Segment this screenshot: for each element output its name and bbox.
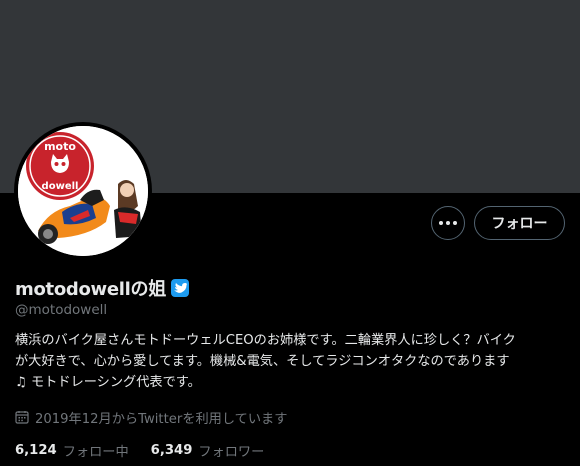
logo-text-bottom: dowell: [42, 181, 79, 192]
following-count: 6,124: [15, 442, 57, 458]
joined-text: 2019年12月からTwitterを利用しています: [35, 411, 288, 427]
more-dots-icon: [439, 221, 443, 225]
avatar-illustration: moto dowell: [18, 126, 148, 256]
avatar[interactable]: moto dowell: [14, 122, 152, 260]
follow-stats: 6,124 フォロー中 6,349 フォロワー: [15, 440, 286, 460]
verified-badge-icon: [170, 279, 189, 297]
bio-line: ♫ モトドレーシング代表です。: [15, 375, 201, 390]
display-name: motodowellの姐: [15, 279, 166, 300]
more-options-button[interactable]: [431, 206, 465, 240]
follow-button[interactable]: フォロー: [474, 206, 565, 240]
more-dot: [453, 221, 457, 225]
followers-link[interactable]: 6,349 フォロワー: [151, 441, 265, 460]
joined-date: 2019年12月からTwitterを利用しています: [15, 407, 287, 427]
bio-line: 横浜のバイク屋さんモトドーウェルCEOのお姉様です。二輪業界人に珍しく？バイク: [15, 333, 516, 348]
logo-text-top: moto: [44, 140, 76, 153]
bio: 横浜のバイク屋さんモトドーウェルCEOのお姉様です。二輪業界人に珍しく？バイク …: [15, 330, 575, 393]
more-dot: [446, 221, 450, 225]
followers-label: フォロワー: [198, 444, 265, 460]
bio-line: が大好きで、心から愛してます。機械&電気、そしてラジコンオタクなのであります: [15, 354, 510, 369]
calendar-icon: [15, 411, 29, 424]
avatar-image: moto dowell: [18, 126, 148, 256]
name-row: motodowellの姐: [15, 276, 189, 300]
handle: @motodowell: [15, 302, 108, 318]
following-label: フォロー中: [62, 444, 129, 460]
following-link[interactable]: 6,124 フォロー中: [15, 441, 129, 460]
verified-bird-icon: [173, 283, 187, 293]
followers-count: 6,349: [150, 442, 193, 458]
